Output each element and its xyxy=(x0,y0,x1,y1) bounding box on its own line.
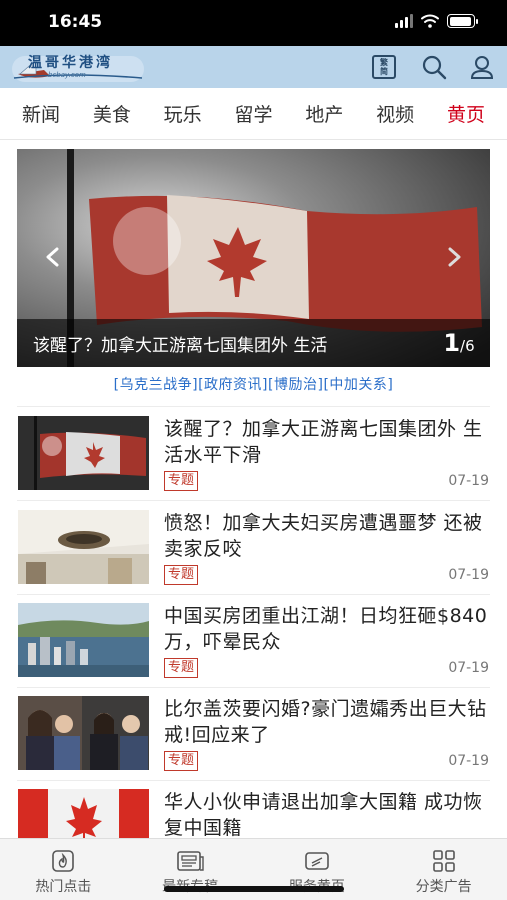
topic-badge: 专题 xyxy=(164,471,199,491)
tab-real-estate[interactable]: 地产 xyxy=(305,94,343,133)
news-icon xyxy=(177,851,204,871)
news-date: 07-19 xyxy=(448,753,489,769)
news-item[interactable]: 中国买房团重出江湖！日均狂砸$840万，吓晕民众 专题 07-19 xyxy=(17,603,490,695)
battery-level xyxy=(449,16,472,26)
home-indicator xyxy=(164,886,344,892)
headline-carousel[interactable]: 该醒了？加拿大正游离七国集团外 生活 1/6 xyxy=(17,149,490,367)
tag-government-news[interactable]: [政府资讯] xyxy=(198,377,268,393)
news-date: 07-19 xyxy=(448,567,489,583)
tab-study-abroad[interactable]: 留学 xyxy=(234,94,272,133)
next-slide-icon[interactable] xyxy=(442,245,466,269)
slide-current: 1 xyxy=(443,329,461,357)
tab-news[interactable]: 新闻 xyxy=(22,94,60,133)
translate-icon: 繁 简 xyxy=(372,55,396,79)
status-time: 16:45 xyxy=(48,12,103,32)
flag-thumbnail-image xyxy=(18,416,149,490)
news-date: 07-19 xyxy=(448,473,489,489)
tag-politics[interactable]: [博励治] xyxy=(268,377,323,393)
tab-yellow-pages[interactable]: 黄页 xyxy=(447,94,485,133)
news-title: 华人小伙申请退出加拿大国籍 成功恢复中国籍 xyxy=(164,791,483,839)
divider xyxy=(17,500,490,501)
category-tabs: 新闻 美食 玩乐 留学 地产 视频 黄页 xyxy=(0,88,507,140)
status-icons xyxy=(395,14,478,28)
traditional-simplified-toggle[interactable]: 繁 简 xyxy=(370,53,398,81)
search-button[interactable] xyxy=(420,53,448,81)
news-title: 愤怒！加拿大夫妇买房遭遇噩梦 还被卖家反咬 xyxy=(164,512,483,560)
news-title: 中国买房团重出江湖！日均狂砸$840万，吓晕民众 xyxy=(164,605,488,653)
topic-tags: [乌克兰战争][政府资讯][博励治][中加关系] xyxy=(0,374,507,394)
divider xyxy=(17,406,490,407)
tab-video[interactable]: 视频 xyxy=(376,94,414,133)
battery-icon xyxy=(447,14,478,28)
logo-text: 温哥华港湾 xyxy=(28,55,113,71)
news-item[interactable]: 比尔盖茨要闪婚?豪门遗孀秀出巨大钻戒!回应来了 专题 07-19 xyxy=(17,696,490,788)
divider xyxy=(17,594,490,595)
bottom-tab-classifieds[interactable]: 分类广告 xyxy=(380,839,507,900)
signal-icon xyxy=(395,14,413,28)
app-header: 温哥华港湾 bcbay.com 繁 简 xyxy=(0,46,507,88)
news-thumbnail xyxy=(18,510,149,584)
bottom-tab-label: 热门点击 xyxy=(35,879,92,895)
news-title: 该醒了？加拿大正游离七国集团外 生活水平下滑 xyxy=(164,418,483,466)
city-thumbnail-image xyxy=(18,603,149,677)
previous-slide-icon[interactable] xyxy=(41,245,65,269)
news-thumbnail xyxy=(18,416,149,490)
divider xyxy=(17,687,490,688)
carousel-caption[interactable]: 该醒了？加拿大正游离七国集团外 生活 1/6 xyxy=(17,319,490,367)
tag-china-canada[interactable]: [中加关系] xyxy=(323,377,393,393)
topic-badge: 专题 xyxy=(164,751,199,771)
carousel-caption-text: 该醒了？加拿大正游离七国集团外 生活 xyxy=(33,335,328,356)
search-icon xyxy=(422,55,447,80)
bottom-tab-hot[interactable]: 热门点击 xyxy=(0,839,127,900)
tab-fun[interactable]: 玩乐 xyxy=(164,94,202,133)
trad-label: 繁 xyxy=(380,58,388,67)
couple-thumbnail-image xyxy=(18,696,149,770)
grid-icon xyxy=(432,850,455,872)
news-title: 比尔盖茨要闪婚?豪门遗孀秀出巨大钻戒!回应来了 xyxy=(164,698,487,746)
news-thumbnail xyxy=(18,603,149,677)
simp-label: 简 xyxy=(380,67,388,76)
tag-ukraine-war[interactable]: [乌克兰战争] xyxy=(114,377,198,393)
status-bar: 16:45 xyxy=(0,0,507,46)
news-date: 07-19 xyxy=(448,660,489,676)
news-item[interactable]: 愤怒！加拿大夫妇买房遭遇噩梦 还被卖家反咬 专题 07-19 xyxy=(17,510,490,602)
slide-counter: 1/6 xyxy=(428,329,490,357)
fire-icon xyxy=(52,850,75,872)
news-item[interactable]: 该醒了？加拿大正游离七国集团外 生活水平下滑 专题 07-19 xyxy=(17,416,490,508)
logo-subtitle: bcbay.com xyxy=(48,71,86,79)
logo[interactable]: 温哥华港湾 bcbay.com xyxy=(10,50,146,84)
topic-badge: 专题 xyxy=(164,565,199,585)
ticket-icon xyxy=(305,852,329,870)
ceiling-thumbnail-image xyxy=(18,510,149,584)
topic-badge: 专题 xyxy=(164,658,199,678)
user-button[interactable] xyxy=(468,53,496,81)
wifi-icon xyxy=(421,14,439,28)
news-thumbnail xyxy=(18,696,149,770)
user-icon xyxy=(470,56,494,79)
tab-food[interactable]: 美食 xyxy=(93,94,131,133)
slide-total: /6 xyxy=(460,337,475,355)
divider xyxy=(17,780,490,781)
bottom-tab-label: 分类广告 xyxy=(415,879,472,895)
